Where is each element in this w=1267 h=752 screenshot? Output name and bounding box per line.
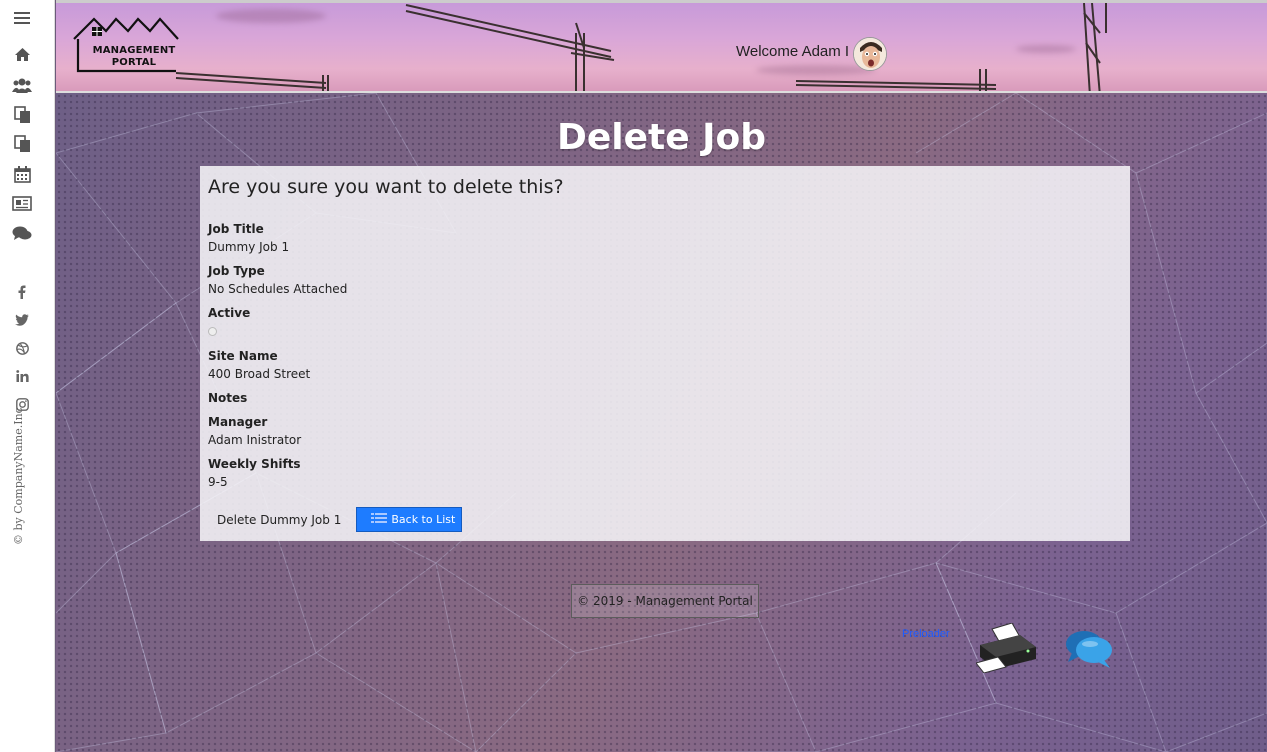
printer-icon[interactable] xyxy=(975,622,1040,677)
twitter-icon[interactable] xyxy=(0,312,44,328)
facebook-icon[interactable] xyxy=(0,284,44,300)
field-label-site-name: Site Name xyxy=(208,349,278,363)
field-value-site-name: 400 Broad Street xyxy=(208,367,311,381)
footer-copyright: © 2019 - Management Portal xyxy=(571,584,759,618)
field-label-weekly-shifts: Weekly Shifts xyxy=(208,457,301,471)
logo-text-line1: MANAGEMENT xyxy=(92,45,176,56)
field-value-job-title: Dummy Job 1 xyxy=(208,240,290,254)
crane-illustration xyxy=(175,3,1107,91)
main-content: Delete Job Are you sure you want to dele… xyxy=(56,93,1267,752)
welcome-text[interactable]: Welcome Adam I xyxy=(736,43,849,60)
field-label-active: Active xyxy=(208,306,251,320)
calendar-icon[interactable] xyxy=(0,164,44,184)
documents-icon[interactable] xyxy=(0,105,44,125)
logo[interactable]: MANAGEMENT PORTAL xyxy=(72,15,182,75)
header: MANAGEMENT PORTAL Welcome Adam I xyxy=(56,0,1267,93)
delete-button[interactable]: Delete Dummy Job 1 xyxy=(208,509,350,531)
confirm-question: Are you sure you want to delete this? xyxy=(208,176,564,198)
field-value-active xyxy=(208,322,1122,341)
copy-icon[interactable] xyxy=(0,134,44,154)
sidebar-copyright: © by CompanyName.Inc xyxy=(12,407,25,545)
field-label-manager: Manager xyxy=(208,415,268,429)
preloader-link[interactable]: Preloader xyxy=(902,628,950,640)
linkedin-icon[interactable] xyxy=(0,368,44,384)
active-radio xyxy=(208,327,217,336)
field-value-weekly-shifts: 9-5 xyxy=(208,475,228,489)
field-label-job-title: Job Title xyxy=(208,222,264,236)
field-value-manager: Adam Inistrator xyxy=(208,433,302,447)
home-icon[interactable] xyxy=(0,45,44,63)
chat-bubbles-icon[interactable] xyxy=(1064,628,1116,674)
back-to-list-label: Back to List xyxy=(391,513,456,526)
newspaper-icon[interactable] xyxy=(0,194,44,212)
comments-icon[interactable] xyxy=(0,224,44,244)
back-to-list-button[interactable]: Back to List xyxy=(356,507,463,532)
logo-text-line2: PORTAL xyxy=(111,57,157,68)
delete-confirmation-card: Are you sure you want to delete this? Jo… xyxy=(200,166,1130,541)
action-buttons: Delete Dummy Job 1 Back to List xyxy=(208,507,463,532)
users-icon[interactable] xyxy=(0,75,44,95)
field-label-notes: Notes xyxy=(208,391,248,405)
dribbble-icon[interactable] xyxy=(0,340,44,356)
menu-icon[interactable] xyxy=(0,9,44,27)
sidebar: © by CompanyName.Inc xyxy=(0,0,55,752)
page-title: Delete Job xyxy=(556,117,767,158)
avatar[interactable] xyxy=(853,37,887,71)
field-value-job-type: No Schedules Attached xyxy=(208,282,348,296)
list-icon xyxy=(371,513,388,529)
field-label-job-type: Job Type xyxy=(208,264,265,278)
